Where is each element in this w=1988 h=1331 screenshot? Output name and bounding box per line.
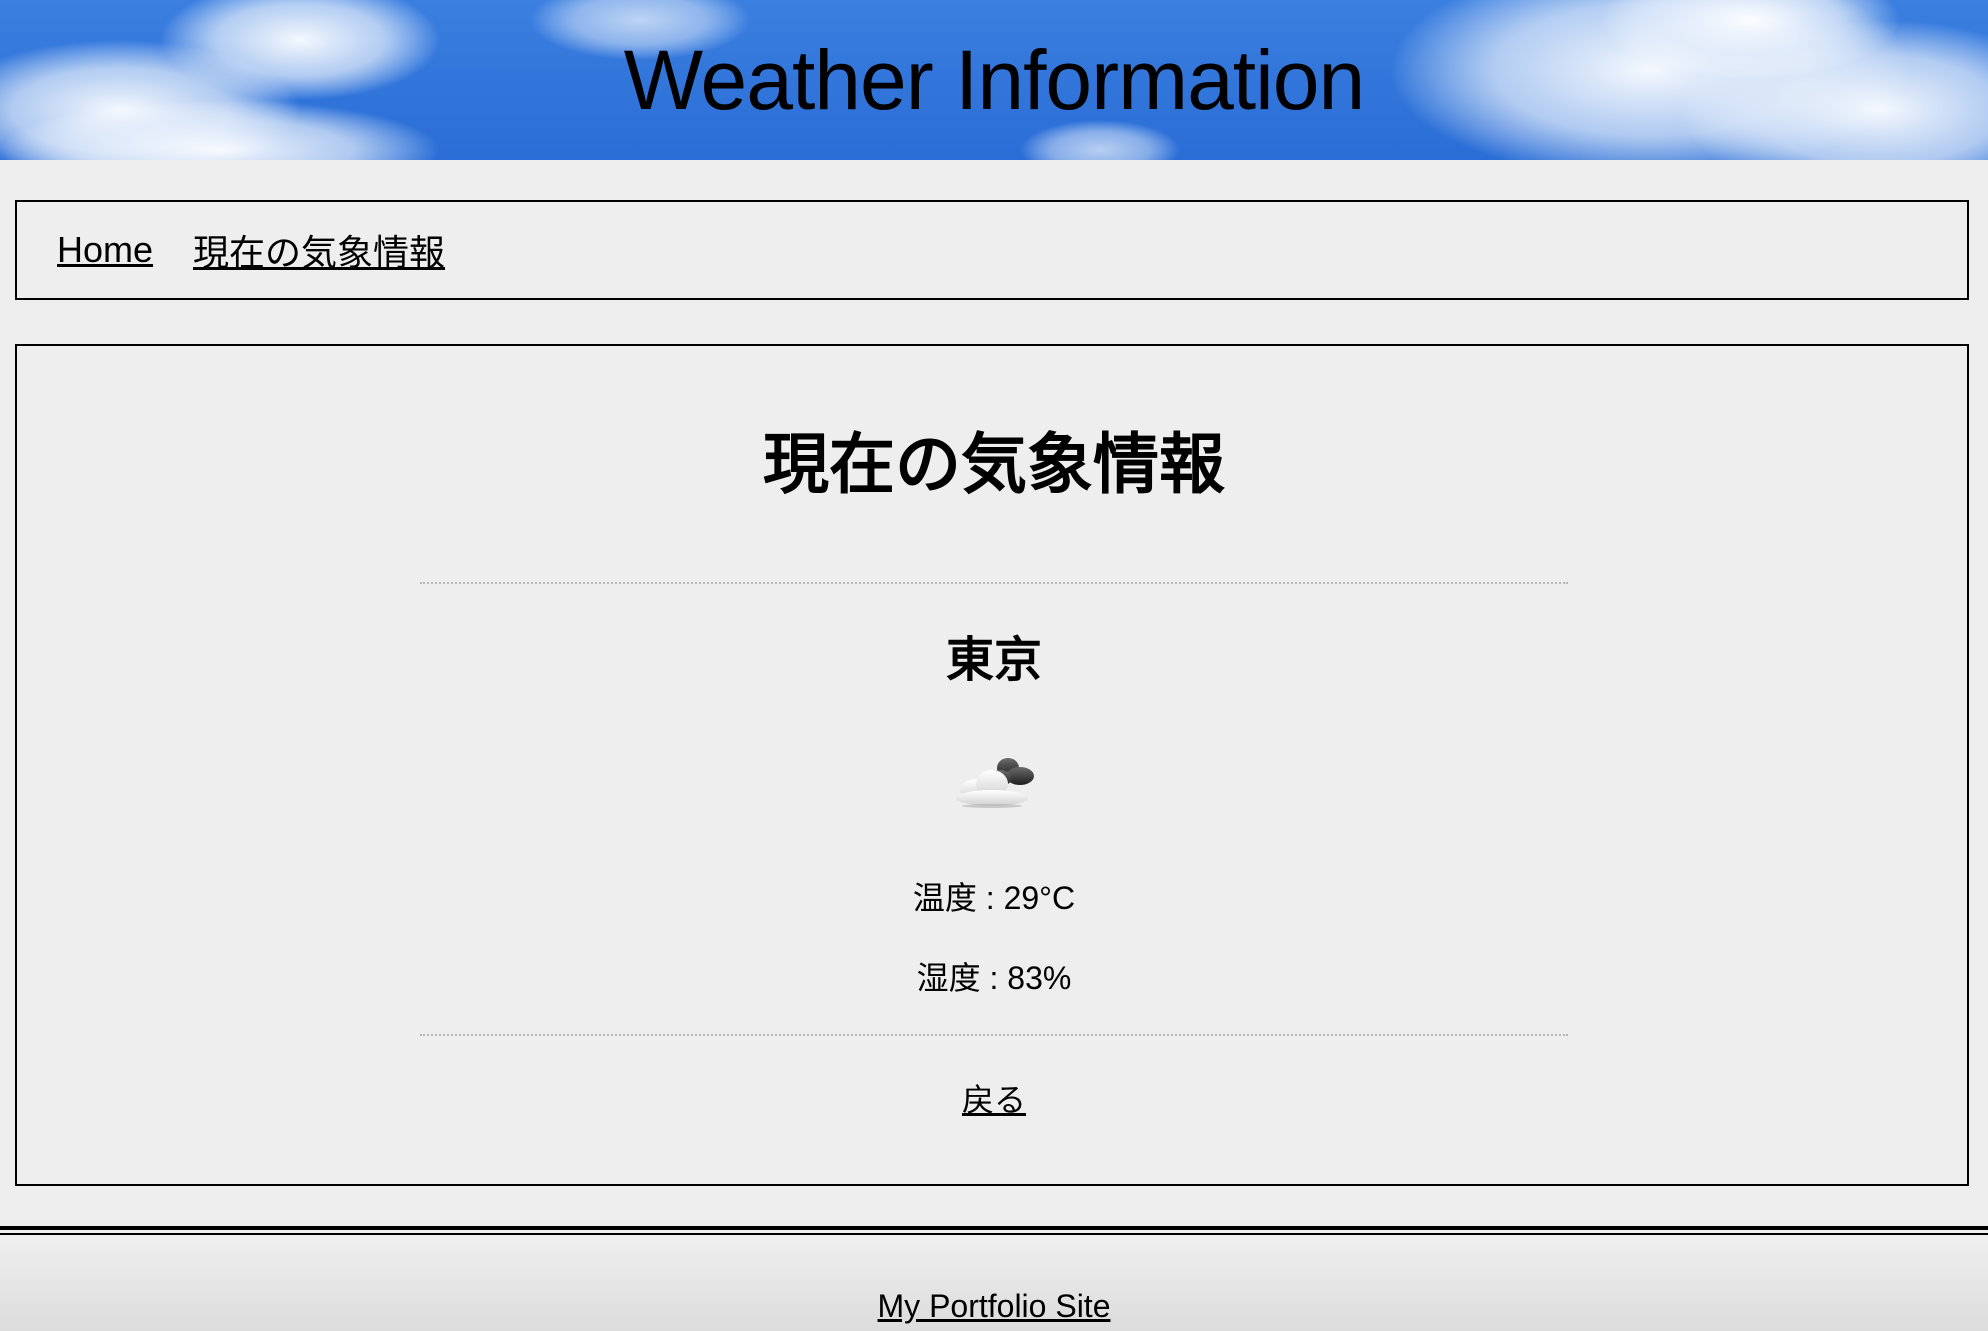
bottom-divider [420, 1034, 1568, 1036]
city-name: 東京 [945, 632, 1042, 688]
portfolio-site-link[interactable]: My Portfolio Site [878, 1288, 1111, 1324]
breadcrumb-current-weather-link[interactable]: 現在の気象情報 [193, 224, 445, 276]
humidity-text: 湿度 : 83% [916, 960, 1072, 996]
back-link[interactable]: 戻る [962, 1081, 1026, 1119]
footer-divider [0, 1226, 1988, 1230]
footer-divider-secondary [0, 1233, 1988, 1235]
temperature-text: 温度 : 29°C [912, 880, 1076, 916]
page: Weather Information Home 現在の気象情報 現在の気象情報… [0, 0, 1988, 1331]
breadcrumb: Home 現在の気象情報 [15, 200, 1969, 300]
page-title: 現在の気象情報 [763, 426, 1225, 503]
cloud-sun-icon [956, 758, 1034, 808]
back-link-container: 戻る [0, 1080, 1988, 1120]
top-divider [420, 582, 1568, 584]
footer-link-container: My Portfolio Site [0, 1286, 1988, 1326]
site-header: Weather Information [0, 0, 1988, 160]
breadcrumb-home-link[interactable]: Home [57, 229, 153, 271]
site-title: Weather Information [623, 33, 1366, 127]
